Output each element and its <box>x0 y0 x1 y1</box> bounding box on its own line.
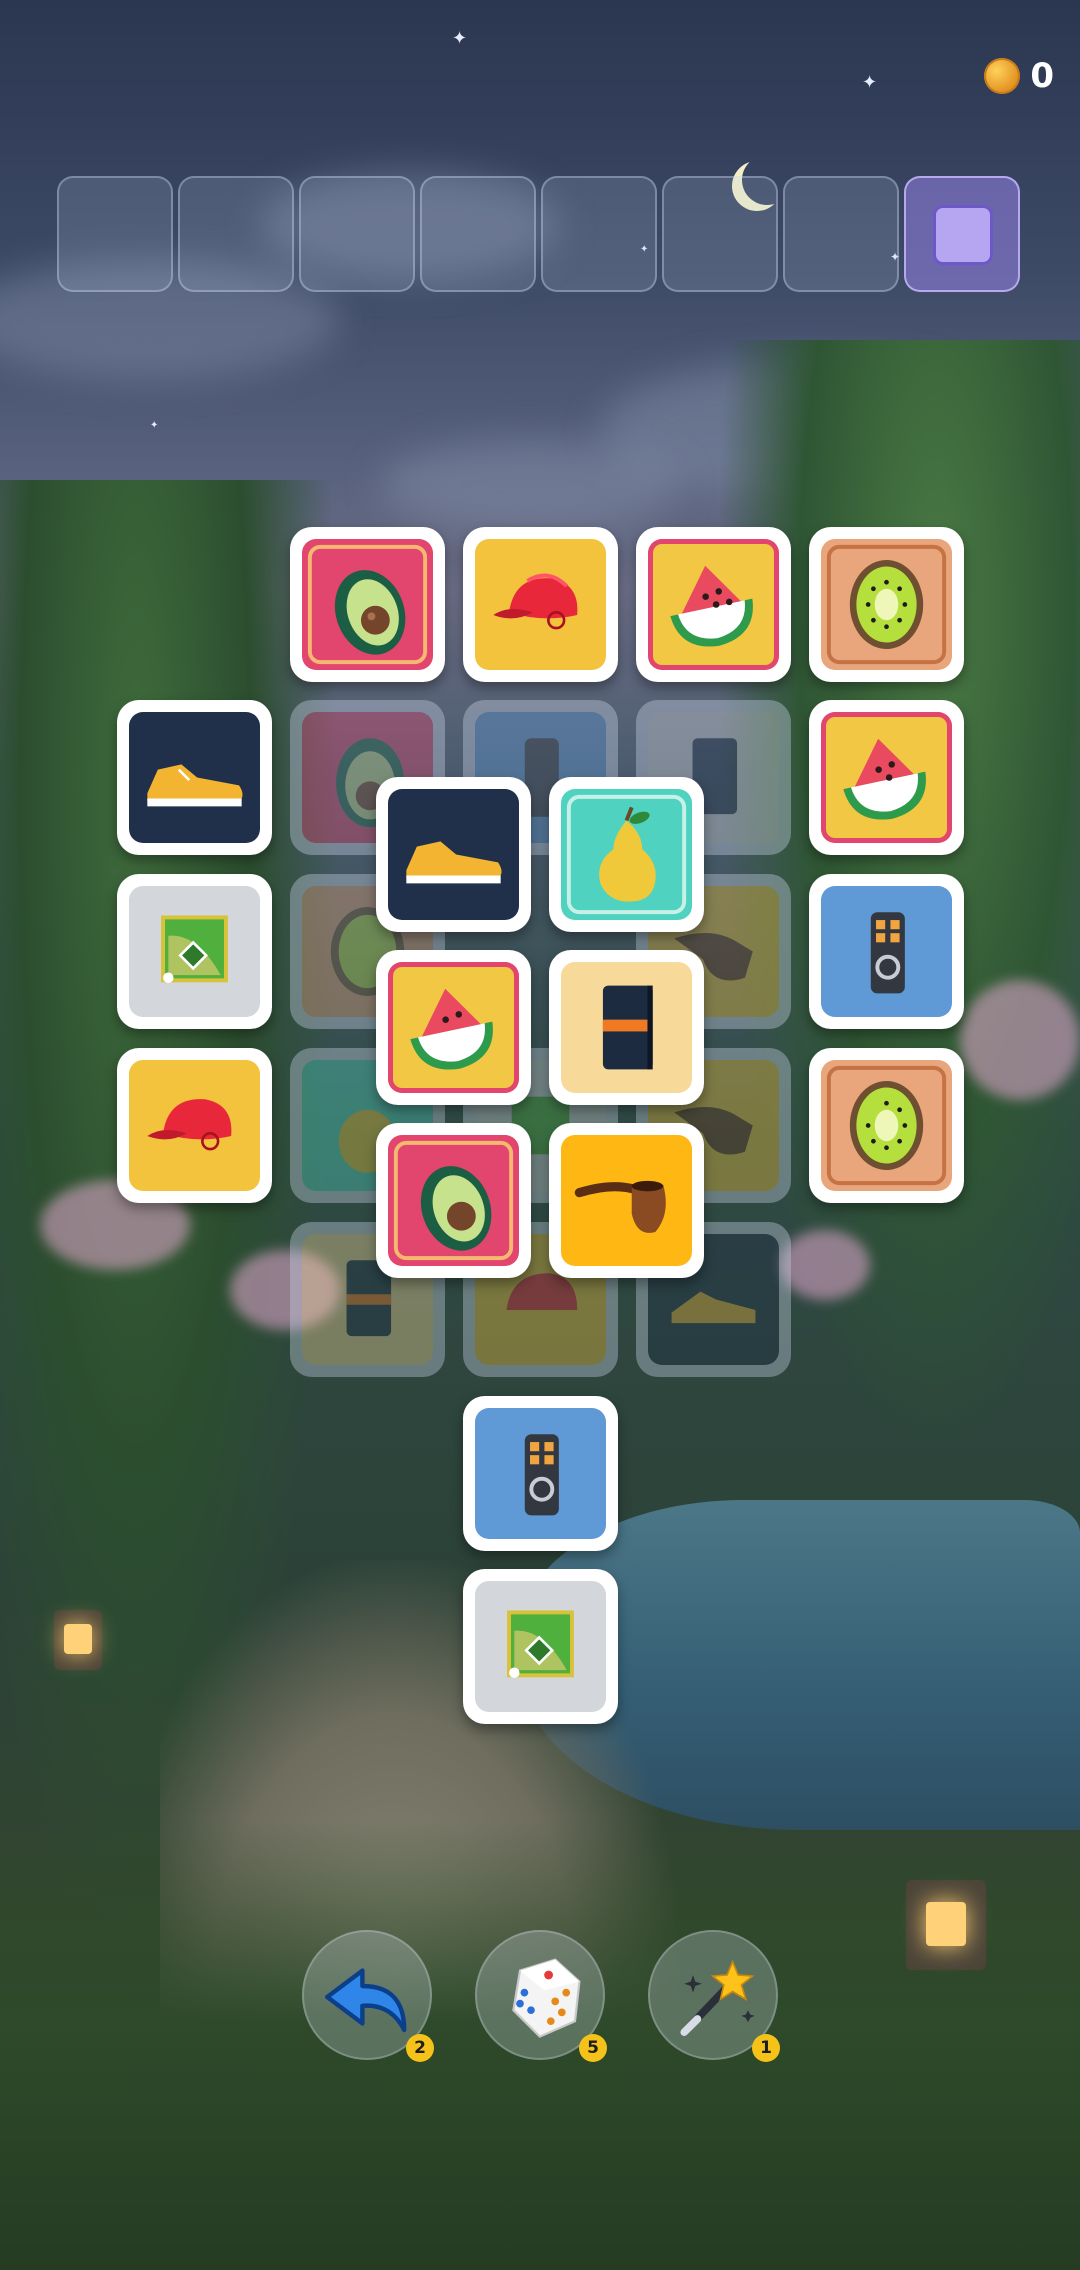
baseball-field-icon <box>507 1610 574 1678</box>
baseball-cap-icon <box>147 1099 232 1151</box>
watermelon-icon <box>843 738 926 820</box>
pear-icon <box>566 794 687 915</box>
undo-button[interactable]: 2 <box>302 1930 434 2062</box>
watermelon-icon <box>670 565 753 647</box>
tile-avocado-2[interactable] <box>376 1123 531 1278</box>
shuffle-count-badge: 5 <box>579 2034 607 2062</box>
remote-icon <box>870 912 905 994</box>
pipe-icon <box>574 1180 666 1233</box>
undo-count-badge: 2 <box>406 2034 434 2062</box>
tile-kiwi-2[interactable] <box>809 1048 964 1203</box>
tray-slot-2 <box>178 176 294 292</box>
notebook-icon <box>602 985 653 1070</box>
tile-remote-2[interactable] <box>463 1396 618 1551</box>
tile-sneaker[interactable] <box>117 700 272 855</box>
tile-watermelon-3[interactable] <box>376 950 531 1105</box>
tile-remote[interactable] <box>809 874 964 1029</box>
remote-icon <box>524 1434 559 1516</box>
tile-pipe[interactable] <box>549 1123 704 1278</box>
coin-counter: 0 <box>984 56 1054 96</box>
tray-slot-7 <box>783 176 899 292</box>
lantern-right <box>906 1880 986 1970</box>
tile-baseball-cap-2[interactable] <box>117 1048 272 1203</box>
tray-slot-5 <box>541 176 657 292</box>
tile-watermelon[interactable] <box>636 527 791 682</box>
avocado-icon <box>307 544 428 665</box>
magic-wand-button[interactable]: 1 <box>648 1930 780 2062</box>
magic-wand-icon <box>680 1959 755 2037</box>
tray-slot-3 <box>299 176 415 292</box>
magic-count-badge: 1 <box>752 2034 780 2062</box>
tray-slot-8 <box>904 176 1020 292</box>
kiwi-icon <box>826 1065 947 1186</box>
baseball-field-icon <box>161 915 228 983</box>
watermelon-icon <box>410 988 493 1070</box>
tile-notebook[interactable] <box>549 950 704 1105</box>
shuffle-button[interactable]: 5 <box>475 1930 607 2062</box>
sneaker-icon <box>147 764 243 807</box>
coin-icon <box>984 58 1021 94</box>
sneaker-icon <box>406 841 502 884</box>
tile-watermelon-2[interactable] <box>809 700 964 855</box>
tile-baseball-field-2[interactable] <box>463 1569 618 1724</box>
undo-arrow-icon <box>325 1968 407 2033</box>
tile-sneaker-2[interactable] <box>376 777 531 932</box>
baseball-cap-icon <box>493 573 578 630</box>
slot-placeholder-icon <box>933 205 993 265</box>
dice-icon <box>512 1958 581 2038</box>
collection-tray <box>57 176 1023 294</box>
kiwi-icon <box>826 544 947 665</box>
tile-pear[interactable] <box>549 777 704 932</box>
tile-kiwi[interactable] <box>809 527 964 682</box>
tray-slot-4 <box>420 176 536 292</box>
tile-avocado[interactable] <box>290 527 445 682</box>
coin-count: 0 <box>1030 56 1054 96</box>
tray-slot-1 <box>57 176 173 292</box>
tray-slot-6 <box>662 176 778 292</box>
tile-baseball-field[interactable] <box>117 874 272 1029</box>
avocado-icon <box>393 1140 514 1261</box>
lantern-left <box>54 1610 102 1670</box>
tile-baseball-cap[interactable] <box>463 527 618 682</box>
